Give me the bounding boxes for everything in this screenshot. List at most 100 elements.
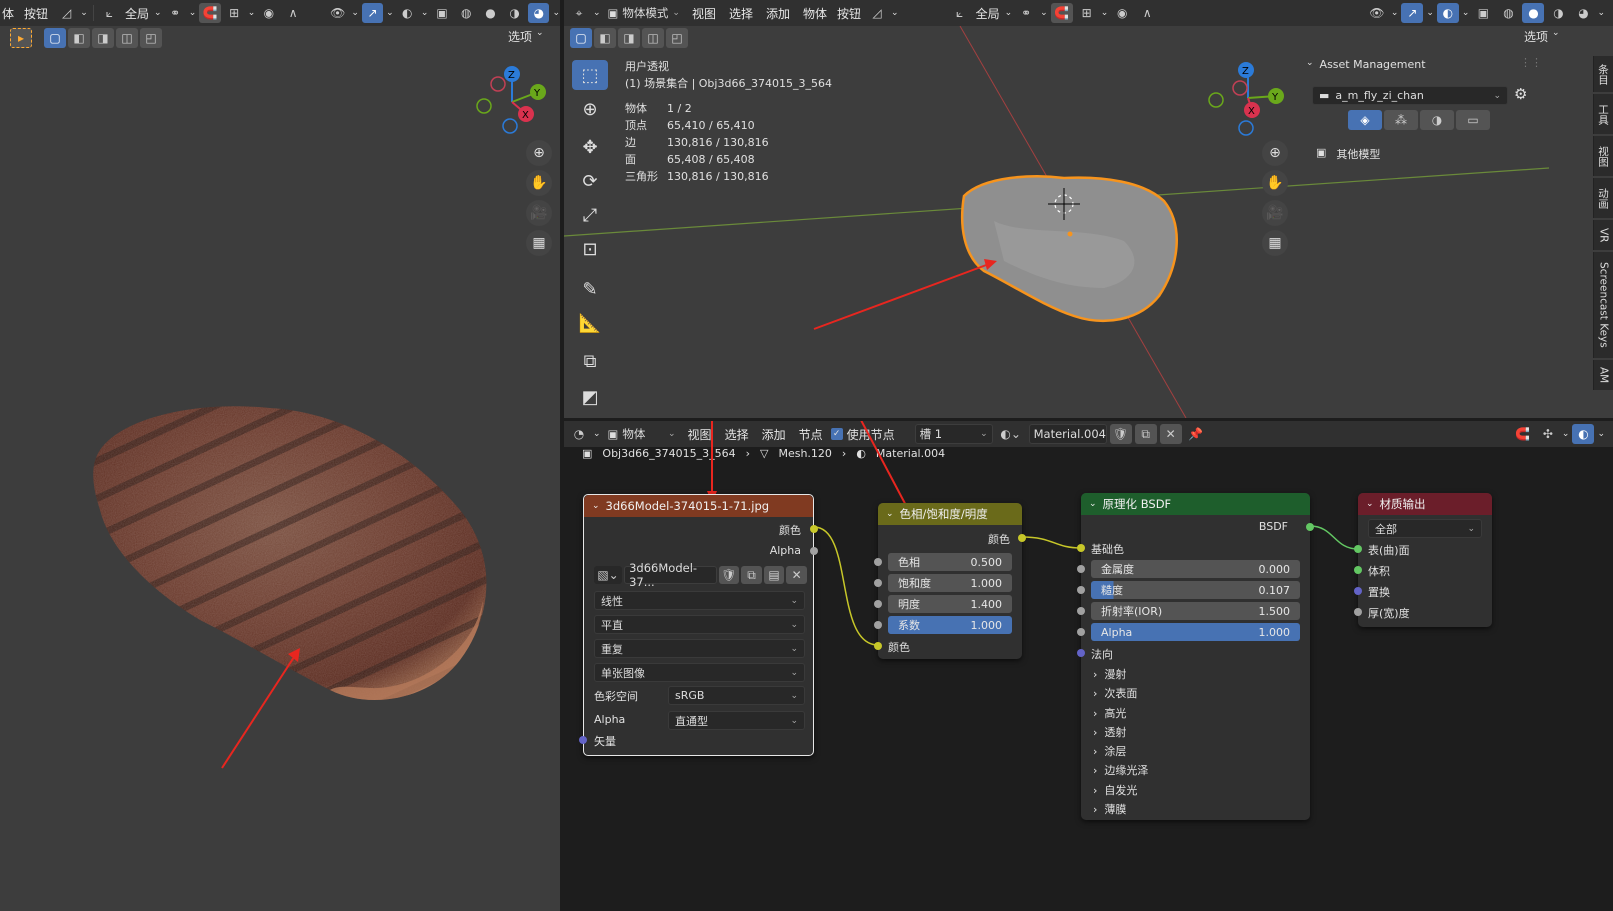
section-diffuse[interactable]: › 漫射 — [1093, 665, 1148, 684]
left-viewport[interactable]: 体 按钮 ◿ ⌄ ⟀ 全局 ⌄ ⚭ ⌄ 🧲 ⊞ ⌄ ◉ ∧ 👁 ⌄ ↗ ⌄ ◐ ⌄ ▣ ◍ ●… — [0, 0, 560, 911]
right-zoom-icon[interactable]: ⊕ — [1262, 140, 1288, 166]
menu-select[interactable]: 选择 — [724, 5, 758, 22]
saturation-field[interactable]: 饱和度 1.000 — [888, 574, 1012, 592]
overlay-icon[interactable]: ◐ — [397, 3, 418, 23]
material-output-node[interactable]: ⌄ 材质输出 全部 ⌄ 表(曲)面 体积 置换 厚(宽)度 — [1354, 493, 1492, 627]
xray-icon[interactable]: ▣ — [431, 3, 452, 23]
select-mode-subtract-icon[interactable]: ◨ — [92, 28, 114, 48]
snap-increment-icon[interactable]: ⊞ — [224, 3, 245, 23]
image-open-icon[interactable]: ▤ — [763, 566, 785, 584]
output-color-socket[interactable] — [1018, 534, 1026, 542]
section-transmission[interactable]: › 透射 — [1093, 723, 1148, 742]
asset-item-other-models[interactable]: ▣ 其他模型 — [1316, 146, 1380, 162]
input-alpha-socket[interactable] — [1077, 628, 1085, 636]
falloff-icon[interactable]: ∧ — [283, 3, 304, 23]
metallic-field[interactable]: 金属度 0.000 — [1091, 560, 1300, 578]
gizmo-toggle-icon[interactable]: ↗ — [361, 3, 384, 23]
left-camera-icon[interactable]: 🎥 — [526, 200, 552, 226]
side-tab-am[interactable]: AM — [1593, 360, 1613, 390]
asset-world-tab-icon[interactable]: ▭ — [1456, 110, 1490, 130]
panel-drag-handle-icon[interactable]: ⋮⋮ — [1520, 56, 1542, 69]
side-tab-tool[interactable]: 工具 — [1593, 94, 1613, 134]
input-metallic-socket[interactable] — [1077, 565, 1085, 573]
section-thin-film[interactable]: › 薄膜 — [1093, 800, 1148, 819]
node-header[interactable]: ⌄ 原理化 BSDF — [1081, 493, 1310, 515]
left-header-menu-1[interactable]: 按钮 — [19, 5, 53, 22]
node-header[interactable]: ⌄ 色相/饱和度/明度 — [878, 503, 1022, 525]
input-thickness-socket[interactable] — [1354, 608, 1362, 616]
shading-material-icon[interactable]: ◑ — [504, 3, 525, 23]
left-transform-label[interactable]: 全局 — [123, 5, 151, 22]
hue-saturation-value-node[interactable]: ⌄ 色相/饱和度/明度 颜色 色相 0.500 饱和度 1.000 明度 1.400 系… — [874, 503, 1026, 659]
right-viewport[interactable]: ⌖ ⌄ ▣ 物体模式 ⌄ 视图 选择 添加 物体 按钮 ◿ ⌄ ⟀ 全局 ⌄ ⚭ ⌄ 🧲 ⊞… — [564, 0, 1613, 418]
menu-add[interactable]: 添加 — [761, 5, 795, 22]
input-volume-socket[interactable] — [1354, 566, 1362, 574]
right-camera-icon[interactable]: 🎥 — [1262, 200, 1288, 226]
extension-select[interactable]: 重复 ⌄ — [594, 639, 805, 658]
asset-model-tab-icon[interactable]: ◈ — [1348, 110, 1382, 130]
left-nav-gizmo[interactable]: Z Y X — [470, 60, 550, 140]
snap-icon[interactable]: 🧲 — [199, 3, 221, 23]
input-factor-socket[interactable] — [874, 621, 882, 629]
left-zoom-icon[interactable]: ⊕ — [526, 140, 552, 166]
image-name-field[interactable]: 3d66Model-37... — [624, 561, 717, 589]
side-tab-animation[interactable]: 动画 — [1593, 178, 1613, 218]
right-grid-icon[interactable]: ▦ — [1262, 230, 1288, 256]
pivot-icon[interactable]: ⚭ — [165, 3, 186, 23]
select-box-icon[interactable]: ▸ — [10, 28, 32, 48]
shading-wire-icon[interactable]: ◍ — [456, 3, 477, 23]
shading-solid-icon[interactable]: ● — [1522, 3, 1545, 23]
select-mode-invert-icon[interactable]: ◫ — [116, 28, 138, 48]
ior-field[interactable]: 折射率(IOR) 1.500 — [1091, 602, 1300, 620]
input-hue-socket[interactable] — [874, 558, 882, 566]
input-vector-socket[interactable] — [579, 736, 587, 744]
alpha-mode-select[interactable]: 直通型 ⌄ — [668, 711, 805, 730]
right-transform-label[interactable]: 全局 — [974, 5, 1002, 22]
output-color-socket[interactable] — [810, 525, 818, 533]
node-header[interactable]: ⌄ 材质输出 — [1358, 493, 1492, 515]
image-fake-user-icon[interactable]: 🛡 — [718, 566, 740, 584]
input-color-socket[interactable] — [874, 642, 882, 650]
gizmo-toggle-icon[interactable]: ↗ — [1401, 3, 1424, 23]
input-roughness-socket[interactable] — [1077, 586, 1085, 594]
side-tab-vr[interactable]: VR — [1593, 220, 1613, 250]
shading-rendered-icon[interactable]: ◕ — [1572, 3, 1594, 23]
side-tab-item[interactable]: 条目 — [1593, 56, 1613, 92]
right-pan-icon[interactable]: ✋ — [1262, 170, 1288, 196]
image-duplicate-icon[interactable]: ⧉ — [741, 566, 762, 584]
asset-material-tab-icon[interactable]: ⁂ — [1384, 110, 1418, 130]
asset-settings-icon[interactable]: ⚙ — [1514, 85, 1527, 103]
proportional-edit-icon[interactable]: ◉ — [258, 3, 279, 23]
snap-increment-icon[interactable]: ⊞ — [1076, 3, 1098, 23]
shading-rendered-icon[interactable]: ◕ — [528, 3, 550, 23]
roughness-field[interactable]: 糙度 0.107 — [1091, 581, 1300, 599]
colorspace-select[interactable]: sRGB ⌄ — [668, 686, 805, 705]
output-bsdf-socket[interactable] — [1306, 523, 1314, 531]
object-gizmo-icon[interactable]: ◿ — [56, 3, 77, 23]
output-alpha-socket[interactable] — [810, 547, 818, 555]
section-emission[interactable]: › 自发光 — [1093, 781, 1148, 800]
image-unlink-icon[interactable]: ✕ — [786, 566, 807, 584]
asset-panel-header[interactable]: ⌄ Asset Management — [1306, 58, 1426, 71]
object-gizmo-icon[interactable]: ◿ — [866, 3, 888, 23]
overlay-icon[interactable]: ◐ — [1436, 3, 1459, 23]
section-subsurface[interactable]: › 次表面 — [1093, 684, 1148, 703]
transform-orientation-icon[interactable]: ⟀ — [99, 3, 120, 23]
factor-field[interactable]: 系数 1.000 — [888, 616, 1012, 634]
falloff-icon[interactable]: ∧ — [1136, 3, 1158, 23]
node-header[interactable]: ⌄ 3d66Model-374015-1-71.jpg — [584, 495, 813, 517]
projection-select[interactable]: 平直 ⌄ — [594, 615, 805, 634]
proportional-edit-icon[interactable]: ◉ — [1111, 3, 1133, 23]
input-value-socket[interactable] — [874, 600, 882, 608]
section-sheen[interactable]: › 边缘光泽 — [1093, 761, 1148, 780]
shading-material-icon[interactable]: ◑ — [1547, 3, 1569, 23]
section-coat[interactable]: › 涂层 — [1093, 742, 1148, 761]
shading-solid-icon[interactable]: ● — [480, 3, 501, 23]
select-mode-intersect-icon[interactable]: ◰ — [140, 28, 162, 48]
visibility-icon[interactable]: 👁 — [1366, 3, 1388, 23]
mode-select[interactable]: ▣ 物体模式 ⌄ — [604, 3, 684, 23]
xray-icon[interactable]: ▣ — [1472, 3, 1494, 23]
menu-button[interactable]: 按钮 — [835, 5, 863, 22]
input-displacement-socket[interactable] — [1354, 587, 1362, 595]
node-editor[interactable]: ◔ ⌄ ▣ 物体 ⌄ 视图 选择 添加 节点 ✓ 使用节点 槽 1 ⌄ ◐⌄ Materi… — [564, 421, 1613, 911]
